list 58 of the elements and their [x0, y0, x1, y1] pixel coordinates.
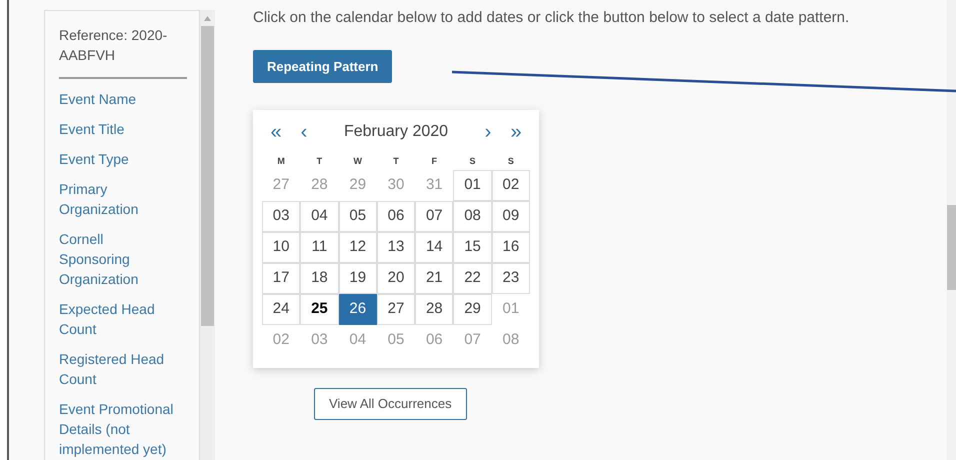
month-title: February 2020: [342, 122, 450, 142]
weekday-label: T: [392, 155, 400, 168]
calendar-day[interactable]: 28: [415, 294, 454, 325]
instruction-text: Click on the calendar below to add dates or click the button below to select a date pattern.: [253, 8, 850, 28]
sidebar-link[interactable]: Event Name: [59, 89, 177, 109]
page-scrollbar[interactable]: [947, 0, 956, 460]
previous-button[interactable]: ‹: [290, 117, 318, 147]
weekday-label: S: [468, 155, 477, 168]
sidebar-link[interactable]: Event Promotional Details (not implemented yet): [59, 399, 177, 459]
calendar-day[interactable]: 01: [453, 170, 492, 201]
sidebar-link[interactable]: Expected Head Count: [59, 299, 177, 339]
calendar-day[interactable]: 24: [262, 294, 300, 325]
calendar-day[interactable]: 21: [415, 263, 454, 294]
calendar-day[interactable]: 03: [262, 201, 300, 232]
calendar-day[interactable]: 20: [376, 263, 416, 294]
sidebar-link[interactable]: Registered Head Count: [59, 349, 177, 389]
weekday-label: F: [430, 155, 438, 168]
weekday-label: T: [316, 155, 324, 168]
calendar-day[interactable]: 18: [300, 263, 339, 294]
calendar-day[interactable]: 07: [415, 201, 454, 232]
sidebar-link[interactable]: Cornell Sponsoring Organization: [59, 229, 177, 289]
calendar-day[interactable]: 25: [300, 294, 339, 325]
weekday-label: S: [506, 155, 515, 168]
calendar-day[interactable]: 11: [300, 232, 339, 263]
calendar-day[interactable]: 23: [492, 263, 530, 294]
calendar-day[interactable]: 26: [338, 294, 377, 325]
calendar-day[interactable]: 02: [492, 170, 530, 201]
calendar-day[interactable]: 22: [453, 263, 492, 294]
calendar-day[interactable]: 05: [338, 201, 377, 232]
first-button[interactable]: «: [262, 117, 290, 147]
scrollbar-thumb[interactable]: [201, 26, 214, 326]
weekday-label: M: [276, 155, 286, 168]
calendar-day[interactable]: 10: [262, 232, 300, 263]
calendar-day[interactable]: 04: [300, 201, 339, 232]
calendar-day[interactable]: 08: [453, 201, 492, 232]
calendar-day[interactable]: 19: [338, 263, 377, 294]
calendar-day[interactable]: 06: [376, 201, 416, 232]
next-button[interactable]: ›: [474, 117, 502, 147]
calendar-day[interactable]: 17: [262, 263, 300, 294]
sidebar-scrollbar[interactable]: [200, 10, 215, 460]
page-scrollbar-thumb[interactable]: [947, 205, 956, 290]
calendar-day[interactable]: 13: [376, 232, 416, 263]
weekday-label: W: [352, 155, 363, 168]
last-button[interactable]: »: [502, 117, 530, 147]
scroll-up-icon[interactable]: [204, 16, 211, 20]
reference-text: Reference: 2020-AABFVH: [59, 25, 187, 79]
calendar-day[interactable]: 29: [453, 294, 492, 325]
calendar-day[interactable]: 15: [453, 232, 492, 263]
calendar-day[interactable]: 27: [376, 294, 416, 325]
sidebar-link[interactable]: Primary Organization: [59, 179, 177, 219]
view-occurrences-button[interactable]: View All Occurrences: [314, 388, 467, 420]
sidebar-link[interactable]: Event Title: [59, 119, 177, 139]
repeating-pattern-button[interactable]: Repeating Pattern: [253, 50, 392, 83]
calendar-day[interactable]: 16: [492, 232, 530, 263]
sidebar-link[interactable]: Event Type: [59, 149, 177, 169]
calendar-day[interactable]: 14: [415, 232, 454, 263]
calendar-day[interactable]: 09: [492, 201, 530, 232]
calendar-day[interactable]: 12: [338, 232, 377, 263]
